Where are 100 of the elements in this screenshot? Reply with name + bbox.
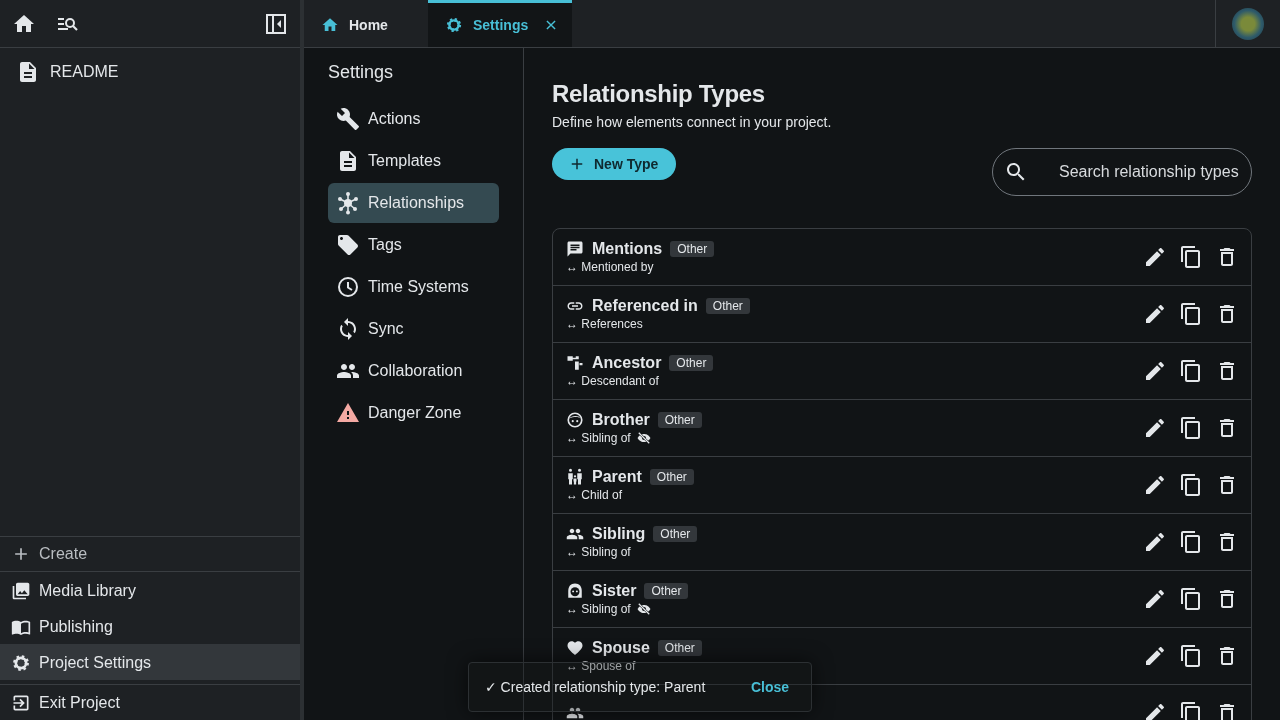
duplicate-button[interactable]: [1179, 701, 1203, 720]
copy-icon: [1179, 302, 1203, 326]
category-badge: Other: [649, 469, 694, 485]
category-badge: Other: [644, 583, 689, 599]
category-badge: Other: [657, 640, 702, 656]
warning-icon: [336, 401, 360, 425]
duplicate-button[interactable]: [1179, 302, 1203, 326]
duplicate-button[interactable]: [1179, 359, 1203, 383]
avatar[interactable]: [1232, 7, 1264, 40]
edit-button[interactable]: [1143, 473, 1167, 497]
page-title: Relationship Types: [552, 80, 766, 108]
copy-icon: [1179, 416, 1203, 440]
sidebar-item[interactable]: Publishing: [0, 608, 300, 644]
network-icon: [336, 191, 360, 215]
family-icon: [566, 468, 584, 486]
close-icon[interactable]: [544, 18, 559, 32]
sidebar-toggle-icon: [264, 11, 288, 36]
category-badge: Other: [670, 241, 715, 257]
type-name: Ancestor: [592, 354, 662, 372]
duplicate-button[interactable]: [1179, 245, 1203, 269]
tab[interactable]: Settings: [428, 0, 573, 47]
duplicate-button[interactable]: [1179, 530, 1203, 554]
inverse-name: ↔ Child of: [566, 488, 623, 502]
tab[interactable]: Home: [304, 0, 428, 47]
face-icon: [566, 411, 584, 429]
settings-icon: [445, 16, 463, 34]
copy-icon: [1179, 245, 1203, 269]
copy-icon: [1179, 359, 1203, 383]
duplicate-button[interactable]: [1179, 587, 1203, 611]
images-icon: [11, 580, 31, 601]
type-name: Parent: [592, 468, 642, 486]
inverse-name: ↔ References: [566, 317, 643, 331]
inverse-name: ↔ Sibling of: [566, 431, 631, 445]
settings-nav-item[interactable]: Templates: [328, 141, 499, 181]
inverse-name: ↔ Mentioned by: [566, 260, 654, 274]
page-subtitle: Define how elements connect in your project.: [552, 114, 833, 130]
edit-button[interactable]: [1143, 302, 1167, 326]
edit-button[interactable]: [1143, 701, 1167, 720]
settings-icon: [11, 652, 31, 673]
edit-icon: [1143, 416, 1167, 440]
sidebar-item[interactable]: Project Settings: [0, 644, 300, 680]
close-button[interactable]: Close: [750, 679, 789, 695]
duplicate-button[interactable]: [1179, 416, 1203, 440]
wrench-icon: [336, 107, 360, 131]
inverse-name: ↔ Sibling of: [566, 602, 631, 616]
new-type-button[interactable]: New Type: [552, 148, 677, 180]
tree-icon: [566, 354, 584, 372]
edit-icon: [1143, 359, 1167, 383]
edit-icon: [1143, 701, 1167, 720]
copy-icon: [1179, 587, 1203, 611]
category-badge: Other: [653, 526, 698, 542]
inverse-name: ↔ Sibling of: [566, 545, 631, 559]
settings-nav-item[interactable]: Sync: [328, 309, 499, 349]
type-name: Brother: [592, 411, 650, 429]
document-item[interactable]: README: [0, 54, 300, 90]
category-badge: Other: [657, 412, 702, 428]
settings-nav-item[interactable]: Time Systems: [328, 267, 499, 307]
settings-nav-item[interactable]: Tags: [328, 225, 499, 265]
type-name: Sibling: [592, 525, 646, 543]
home-icon: [321, 16, 339, 34]
edit-button[interactable]: [1143, 359, 1167, 383]
type-name: Sister: [592, 582, 637, 600]
edit-icon: [1143, 587, 1167, 611]
copy-icon: [1179, 530, 1203, 554]
chat-icon: [566, 240, 584, 258]
category-badge: Other: [669, 355, 714, 371]
settings-nav-item[interactable]: Collaboration: [328, 351, 499, 391]
search-field[interactable]: Search relationship types: [992, 148, 1252, 196]
sidebar-item[interactable]: Create: [0, 536, 300, 572]
duplicate-button[interactable]: [1179, 644, 1203, 668]
edit-icon: [1143, 644, 1167, 668]
copy-icon: [1179, 644, 1203, 668]
settings-nav-item[interactable]: Actions: [328, 99, 499, 139]
category-badge: Other: [705, 298, 750, 314]
sidebar-item[interactable]: Exit Project: [0, 684, 300, 720]
edit-button[interactable]: [1143, 245, 1167, 269]
type-name: Spouse: [592, 639, 650, 657]
type-name: Referenced in: [592, 297, 698, 315]
face-icon: [566, 582, 584, 600]
edit-icon: [1143, 530, 1167, 554]
inverse-name: ↔ Descendant of: [566, 374, 659, 388]
duplicate-button[interactable]: [1179, 473, 1203, 497]
settings-nav-item[interactable]: Relationships: [328, 183, 499, 223]
edit-icon: [1143, 245, 1167, 269]
settings-nav-item[interactable]: Danger Zone: [328, 393, 499, 433]
copy-icon: [1179, 473, 1203, 497]
edit-icon: [1143, 302, 1167, 326]
edit-button[interactable]: [1143, 416, 1167, 440]
tag-icon: [336, 233, 360, 257]
heart-icon: [566, 639, 584, 657]
edit-button[interactable]: [1143, 587, 1167, 611]
collapse-sidebar-button[interactable]: [264, 11, 288, 36]
sidebar-item[interactable]: Media Library: [0, 572, 300, 608]
copy-icon: [1179, 701, 1203, 720]
type-name: Mentions: [592, 240, 663, 258]
clock-icon: [336, 275, 360, 299]
toast-message: ✓ Created relationship type: Parent: [485, 679, 706, 695]
edit-button[interactable]: [1143, 644, 1167, 668]
inverse-name: ↔ Spouse of: [566, 659, 636, 673]
edit-button[interactable]: [1143, 530, 1167, 554]
